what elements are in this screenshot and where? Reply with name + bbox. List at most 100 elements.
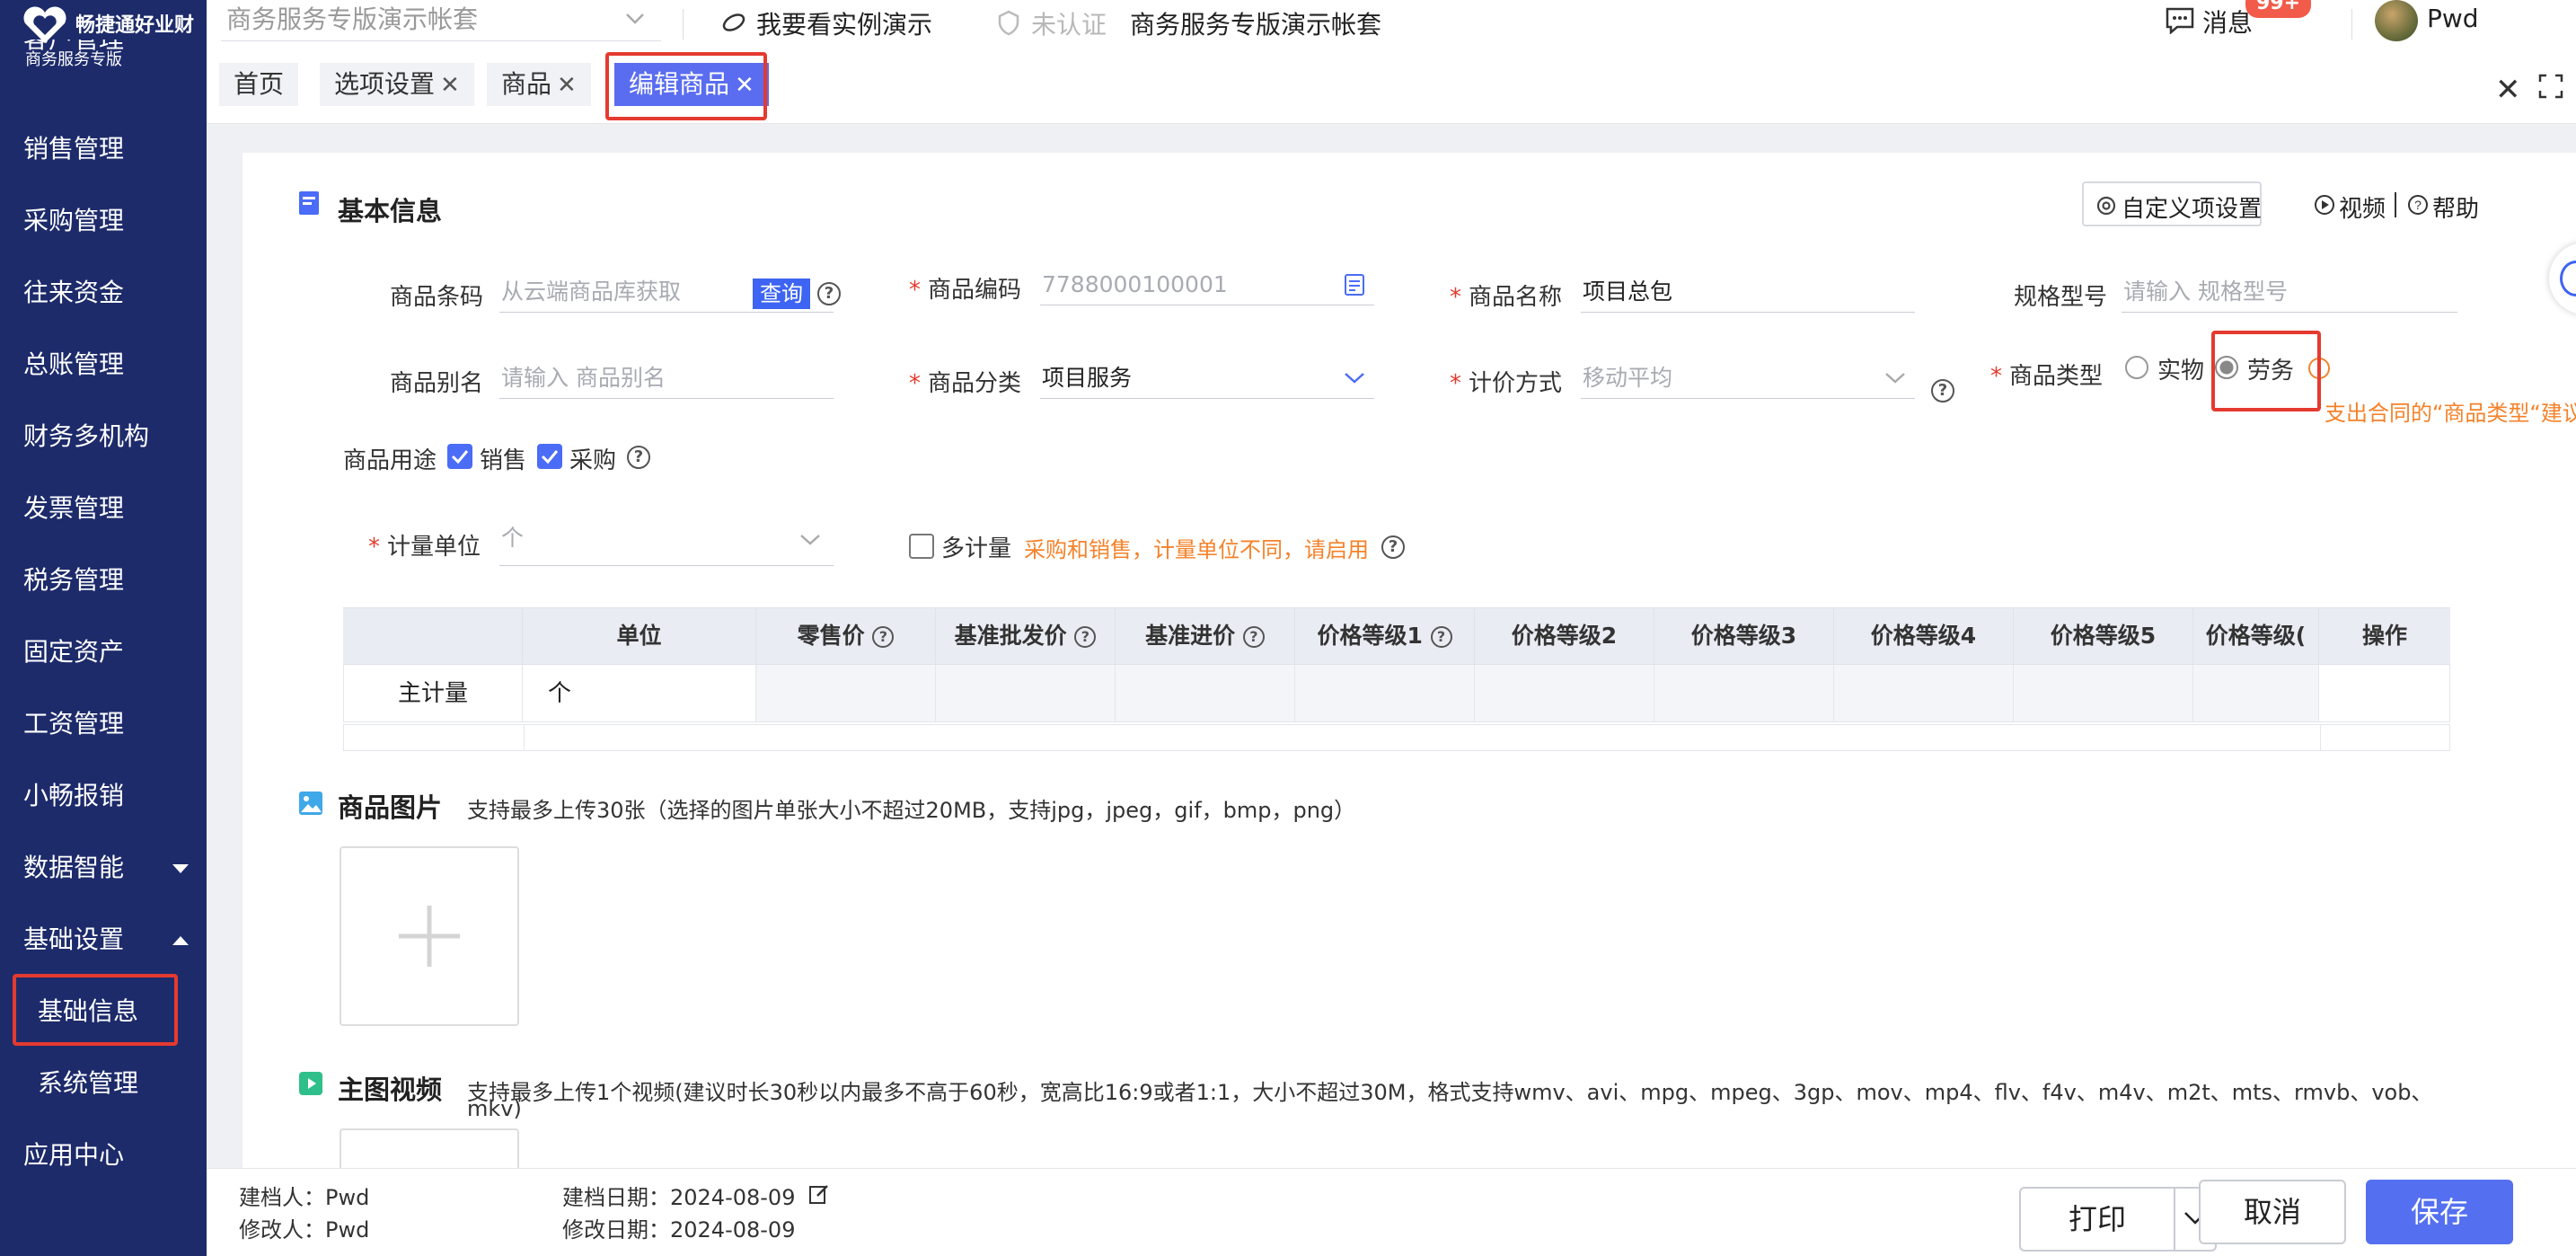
- save-button[interactable]: 保存: [2366, 1180, 2513, 1244]
- sidebar-item-purchase[interactable]: 采购管理: [0, 185, 207, 257]
- footer-bar: 建档人：Pwd 修改人：Pwd 建档日期：2024-08-09 修改日期：202…: [207, 1168, 2576, 1256]
- alias-input[interactable]: 请输入 商品别名: [499, 359, 834, 399]
- help-icon[interactable]: ?: [872, 626, 895, 648]
- highlight-box: [605, 52, 767, 120]
- sidebar-item-basic-settings[interactable]: 基础设置: [0, 904, 207, 976]
- svg-text:?: ?: [2414, 198, 2422, 212]
- help-icon[interactable]: ?: [1931, 379, 1954, 402]
- purchase-price-cell[interactable]: [1116, 665, 1295, 722]
- sidebar-item-label: 客户管理: [23, 40, 124, 54]
- sidebar-item-multi-org[interactable]: 财务多机构: [0, 401, 207, 473]
- help-icon[interactable]: ?: [1430, 626, 1452, 648]
- usage-sales-label[interactable]: 销售: [480, 442, 526, 475]
- sidebar-item-data-intelligence[interactable]: 数据智能: [0, 832, 207, 904]
- account-name: 商务服务专版演示帐套: [1130, 10, 1382, 40]
- retail-cell[interactable]: [756, 665, 936, 722]
- sidebar-item-fixed-assets[interactable]: 固定资产: [0, 616, 207, 688]
- cancel-button[interactable]: 取消: [2199, 1180, 2346, 1244]
- code-label: * 商品编码: [909, 277, 1022, 304]
- tab-label: 商品: [501, 69, 552, 99]
- print-button[interactable]: 打印: [2019, 1187, 2175, 1252]
- help-icon[interactable]: ?: [1074, 626, 1097, 648]
- sidebar-item-system[interactable]: 系统管理: [0, 1048, 207, 1119]
- sidebar-item-funds[interactable]: 往来资金: [0, 257, 207, 329]
- avatar[interactable]: [2375, 0, 2418, 41]
- multi-unit-label[interactable]: 多计量: [941, 530, 1011, 563]
- pricing-select[interactable]: 移动平均: [1581, 359, 1915, 399]
- name-input[interactable]: 项目总包: [1581, 273, 1915, 313]
- tab-label: 首页: [234, 69, 285, 99]
- help-icon[interactable]: ?: [817, 282, 841, 305]
- play-icon: [2315, 195, 2334, 215]
- placeholder: 请输入 规格型号: [2123, 279, 2288, 305]
- placeholder: 请输入 商品别名: [501, 365, 666, 391]
- video-link[interactable]: 视频: [2339, 190, 2386, 224]
- sidebar-item-sales[interactable]: 销售管理: [0, 113, 207, 185]
- tab-products[interactable]: 商品 ✕: [487, 63, 591, 106]
- sidebar-item-payroll[interactable]: 工资管理: [0, 688, 207, 760]
- column-header-wholesale: 基准批发价 ?: [936, 608, 1116, 664]
- user-name[interactable]: Pwd: [2427, 4, 2479, 33]
- close-icon[interactable]: ✕: [557, 72, 577, 99]
- demo-link[interactable]: 我要看实例演示: [756, 5, 932, 41]
- video-upload-button[interactable]: [340, 1128, 519, 1168]
- level3-cell[interactable]: [1654, 665, 1834, 722]
- account-select[interactable]: 商务服务专版演示帐套: [221, 0, 661, 41]
- level5-cell[interactable]: [2014, 665, 2193, 722]
- close-icon[interactable]: ✕: [440, 72, 460, 99]
- level6-cell[interactable]: [2193, 665, 2319, 722]
- multi-unit-checkbox[interactable]: [909, 534, 934, 559]
- section-title-images: 商品图片: [338, 792, 443, 823]
- divider: [2395, 192, 2396, 217]
- type-physical-label[interactable]: 实物: [2157, 352, 2204, 385]
- spec-input[interactable]: 请输入 规格型号: [2122, 273, 2457, 313]
- account-select-value: 商务服务专版演示帐套: [226, 4, 479, 34]
- usage-sales-checkbox[interactable]: [447, 444, 472, 469]
- column-header: 价格等级5: [2014, 608, 2193, 664]
- video-hint: 支持最多上传1个视频(建议时长30秒以内最多不高于60秒，宽高比16:9或者1:…: [467, 1080, 2433, 1105]
- sidebar-item-invoices[interactable]: 发票管理: [0, 473, 207, 544]
- label-text: 商品编码: [928, 277, 1022, 304]
- creator: 建档人：Pwd: [239, 1185, 370, 1210]
- sidebar-item-tax[interactable]: 税务管理: [0, 544, 207, 616]
- sidebar-item-expense[interactable]: 小畅报销: [0, 760, 207, 832]
- unit-select[interactable]: 个: [499, 519, 834, 566]
- message-icon: [2166, 7, 2194, 34]
- usage-purchase-checkbox[interactable]: [537, 444, 562, 469]
- column-header: [343, 608, 523, 664]
- action-cell[interactable]: [2319, 665, 2450, 722]
- column-header: 价格等级(: [2193, 608, 2319, 664]
- category-select[interactable]: 项目服务: [1040, 359, 1374, 399]
- type-label: * 商品类型: [1990, 363, 2104, 390]
- help-link[interactable]: 帮助: [2432, 190, 2479, 224]
- image-upload-button[interactable]: [340, 846, 519, 1026]
- sidebar-item-ledger[interactable]: 总账管理: [0, 329, 207, 401]
- category-label: * 商品分类: [909, 370, 1022, 397]
- sidebar-item-label: 数据智能: [23, 853, 125, 882]
- usage-purchase-label[interactable]: 采购: [569, 442, 616, 475]
- help-icon[interactable]: ?: [1242, 626, 1265, 648]
- fullscreen-icon[interactable]: [2538, 74, 2563, 99]
- close-all-icon[interactable]: ✕: [2495, 72, 2521, 108]
- help-icon[interactable]: ?: [1381, 535, 1405, 559]
- brand-name: 畅捷通好业财: [75, 14, 195, 37]
- tab-options[interactable]: 选项设置 ✕: [320, 63, 474, 106]
- wholesale-cell[interactable]: [936, 665, 1116, 722]
- code-input[interactable]: 7788000100001: [1040, 266, 1374, 305]
- video-hint-cont: mkv): [467, 1096, 522, 1121]
- help-icon[interactable]: ?: [627, 446, 650, 469]
- unverified-status[interactable]: 未认证: [1031, 5, 1107, 41]
- top-bar: 商务服务专版演示帐套 我要看实例演示 未认证 商务服务专版演示帐套 消息 99+…: [207, 0, 2576, 52]
- level4-cell[interactable]: [1834, 665, 2014, 722]
- type-physical-radio[interactable]: [2125, 356, 2148, 379]
- level1-cell[interactable]: [1295, 665, 1475, 722]
- unit-cell[interactable]: 个: [523, 665, 756, 722]
- query-button[interactable]: 查询: [753, 279, 810, 309]
- edit-icon[interactable]: [808, 1183, 830, 1205]
- code-generator-icon[interactable]: [1344, 273, 1365, 296]
- custom-settings-button[interactable]: 自定义项设置: [2082, 181, 2262, 226]
- tab-home[interactable]: 首页: [219, 63, 299, 106]
- level2-cell[interactable]: [1475, 665, 1654, 722]
- sidebar-item-customers[interactable]: 客户管理: [0, 40, 207, 75]
- sidebar-item-app-center[interactable]: 应用中心: [0, 1119, 207, 1191]
